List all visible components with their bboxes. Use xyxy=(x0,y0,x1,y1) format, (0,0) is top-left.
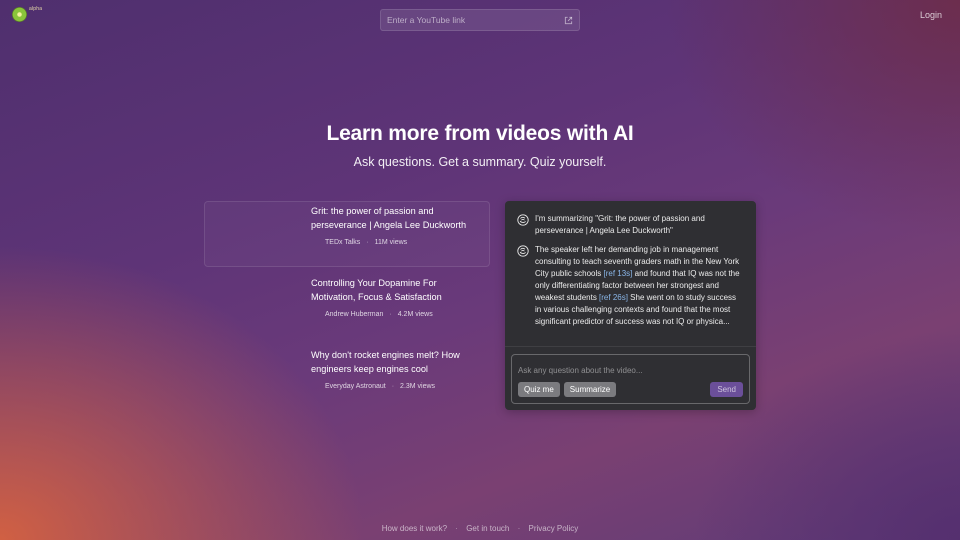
chat-input-box: Quiz me Summarize Send xyxy=(511,354,750,404)
video-title: Why don't rocket engines melt? How engin… xyxy=(311,350,460,374)
chat-messages[interactable]: I'm summarizing "Grit: the power of pass… xyxy=(505,201,756,347)
video-thumbnail[interactable] xyxy=(211,280,301,332)
video-title: Controlling Your Dopamine For Motivation… xyxy=(311,278,442,302)
video-channel: Andrew Huberman xyxy=(325,311,384,318)
video-thumbnail[interactable] xyxy=(211,352,301,404)
video-card-grit[interactable]: Grit: the power of passion and persevera… xyxy=(204,201,490,267)
video-meta: Andrew Huberman · 4.2M views xyxy=(311,311,481,318)
page-title: Learn more from videos with AI xyxy=(326,122,634,145)
quiz-me-button[interactable]: Quiz me xyxy=(518,382,560,397)
how-it-works-link[interactable]: How does it work? xyxy=(382,524,447,533)
video-views: 11M views xyxy=(374,239,408,246)
logo[interactable]: alpha xyxy=(9,4,52,25)
login-link[interactable]: Login xyxy=(920,10,942,20)
video-channel: Everyday Astronaut xyxy=(325,383,386,390)
timestamp-ref-link[interactable]: [ref 26s] xyxy=(599,293,628,302)
timestamp-ref-link[interactable]: [ref 13s] xyxy=(603,269,632,278)
chat-message-text: The speaker left her demanding job in ma… xyxy=(535,244,742,328)
footer-separator: · xyxy=(455,524,458,533)
meta-separator: · xyxy=(391,383,395,390)
kiwi-logo-icon xyxy=(9,4,30,25)
alpha-badge: alpha xyxy=(29,6,43,12)
video-meta: Everyday Astronaut · 2.3M views xyxy=(311,383,481,390)
meta-separator: · xyxy=(366,239,369,246)
chat-panel: I'm summarizing "Grit: the power of pass… xyxy=(505,201,756,410)
open-link-icon[interactable] xyxy=(564,16,573,25)
video-views: 2.3M views xyxy=(400,383,436,390)
video-meta: TEDx Talks · 11M views xyxy=(311,239,481,246)
question-input[interactable] xyxy=(518,366,743,375)
ai-avatar-icon xyxy=(517,245,529,257)
youtube-link-bar xyxy=(380,9,580,31)
chat-message: The speaker left her demanding job in ma… xyxy=(517,244,742,328)
page-subtitle: Ask questions. Get a summary. Quiz yours… xyxy=(353,155,607,169)
footer-separator: · xyxy=(517,524,521,533)
video-channel: TEDx Talks xyxy=(325,239,361,246)
youtube-link-input[interactable] xyxy=(387,15,564,25)
send-button[interactable]: Send xyxy=(710,382,743,397)
chat-message: I'm summarizing "Grit: the power of pass… xyxy=(517,213,742,237)
video-card-dopamine[interactable]: Controlling Your Dopamine For Motivation… xyxy=(204,273,490,339)
quick-actions: Quiz me Summarize xyxy=(518,382,617,397)
chat-message-text: I'm summarizing "Grit: the power of pass… xyxy=(535,214,705,235)
get-in-touch-link[interactable]: Get in touch xyxy=(466,524,509,533)
video-card-rocket-engines[interactable]: Why don't rocket engines melt? How engin… xyxy=(204,345,490,411)
footer: How does it work? · Get in touch · Priva… xyxy=(0,524,960,533)
meta-separator: · xyxy=(389,311,392,318)
video-thumbnail[interactable] xyxy=(211,208,301,260)
video-list: Grit: the power of passion and persevera… xyxy=(204,201,490,417)
video-title: Grit: the power of passion and persevera… xyxy=(311,206,467,230)
privacy-policy-link[interactable]: Privacy Policy xyxy=(528,524,578,533)
ai-avatar-icon xyxy=(517,214,529,226)
video-views: 4.2M views xyxy=(397,311,433,318)
summarize-button[interactable]: Summarize xyxy=(563,382,617,397)
